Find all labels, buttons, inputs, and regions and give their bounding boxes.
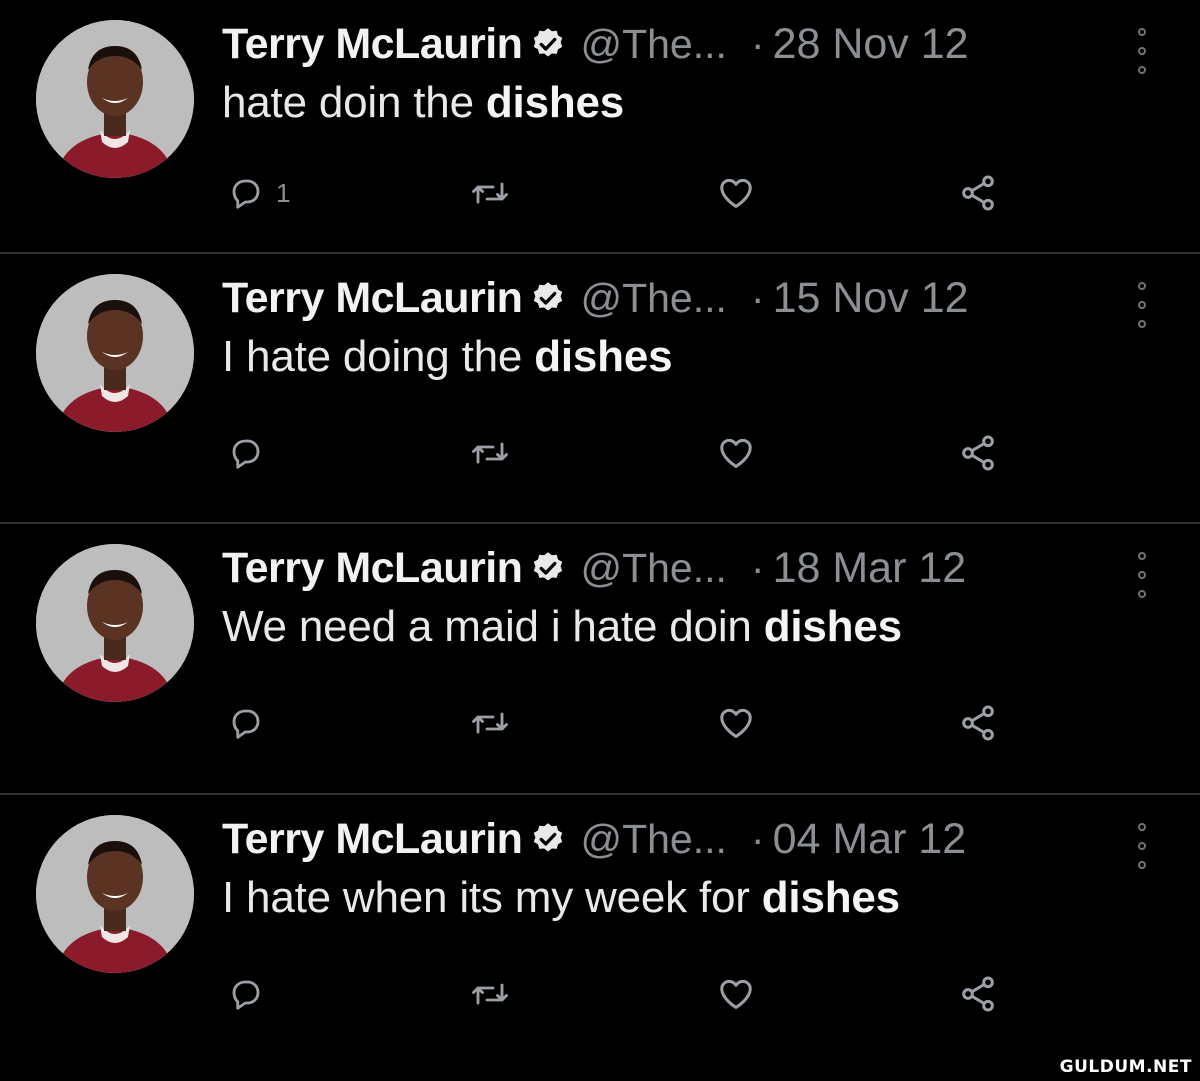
share-icon: [958, 974, 998, 1014]
retweet-button[interactable]: [470, 168, 510, 218]
reply-button[interactable]: [228, 969, 276, 1019]
display-name[interactable]: Terry McLaurin: [222, 544, 523, 593]
tweet-date[interactable]: 28 Nov 12: [773, 20, 969, 69]
tweet-text: We need a maid i hate doin dishes: [222, 602, 902, 652]
like-button[interactable]: [716, 168, 756, 218]
avatar[interactable]: [36, 274, 194, 432]
heart-icon: [716, 174, 756, 212]
like-button[interactable]: [716, 698, 756, 748]
retweet-icon: [470, 705, 510, 741]
verified-badge-icon: [530, 821, 566, 857]
display-name[interactable]: Terry McLaurin: [222, 20, 523, 69]
reply-button[interactable]: 1: [228, 168, 290, 218]
share-icon: [958, 703, 998, 743]
tweet-feed: Terry McLaurin @The... · 28 Nov 12 hate …: [0, 0, 1200, 1065]
retweet-icon: [470, 175, 510, 211]
user-handle[interactable]: @The...: [580, 545, 726, 592]
tweet-actions: 1: [0, 168, 1200, 218]
retweet-button[interactable]: [470, 698, 510, 748]
display-name[interactable]: Terry McLaurin: [222, 815, 523, 864]
tweet-text-plain: hate doin the: [222, 78, 486, 127]
heart-icon: [716, 704, 756, 742]
user-handle[interactable]: @The...: [580, 21, 726, 68]
share-icon: [958, 433, 998, 473]
watermark: GULDUM.NET: [1059, 1057, 1192, 1077]
more-vertical-icon[interactable]: [1135, 823, 1149, 869]
user-handle[interactable]: @The...: [580, 816, 726, 863]
reply-icon: [228, 175, 264, 211]
separator-dot: ·: [750, 544, 765, 591]
tweet-header: Terry McLaurin @The... · 18 Mar 12: [222, 542, 966, 594]
reply-icon: [228, 976, 264, 1012]
tweet-actions: [0, 969, 1200, 1019]
verified-badge-icon: [530, 550, 566, 586]
retweet-icon: [470, 435, 510, 471]
tweet-text: I hate when its my week for dishes: [222, 873, 900, 923]
tweet-text: hate doin the dishes: [222, 78, 624, 128]
like-button[interactable]: [716, 428, 756, 478]
avatar[interactable]: [36, 544, 194, 702]
avatar[interactable]: [36, 20, 194, 178]
share-button[interactable]: [958, 969, 998, 1019]
tweet-text-bold: dishes: [485, 78, 625, 127]
verified-badge-icon: [530, 280, 566, 316]
separator-dot: ·: [750, 20, 765, 67]
tweet[interactable]: Terry McLaurin @The... · 15 Nov 12 I hat…: [0, 254, 1200, 524]
separator-dot: ·: [750, 274, 765, 321]
tweet-text-bold: dishes: [763, 602, 902, 651]
more-vertical-icon[interactable]: [1135, 28, 1149, 74]
tweet-actions: [0, 428, 1200, 478]
separator-dot: ·: [750, 815, 765, 862]
share-button[interactable]: [958, 698, 998, 748]
reply-button[interactable]: [228, 428, 276, 478]
more-vertical-icon[interactable]: [1135, 552, 1149, 598]
tweet-text: I hate doing the dishes: [222, 332, 673, 382]
tweet-header: Terry McLaurin @The... · 04 Mar 12: [222, 813, 966, 865]
heart-icon: [716, 434, 756, 472]
tweet-text-bold: dishes: [761, 873, 900, 922]
reply-icon: [228, 705, 264, 741]
tweet-text-bold: dishes: [534, 332, 673, 381]
retweet-icon: [470, 976, 510, 1012]
avatar[interactable]: [36, 815, 194, 973]
verified-badge-icon: [530, 26, 566, 62]
heart-icon: [716, 975, 756, 1013]
display-name[interactable]: Terry McLaurin: [222, 274, 523, 323]
share-button[interactable]: [958, 428, 998, 478]
tweet-date[interactable]: 15 Nov 12: [773, 274, 969, 323]
reply-count: 1: [276, 177, 291, 208]
user-handle[interactable]: @The...: [580, 275, 726, 322]
share-button[interactable]: [958, 168, 998, 218]
tweet[interactable]: Terry McLaurin @The... · 18 Mar 12 We ne…: [0, 524, 1200, 795]
more-vertical-icon[interactable]: [1135, 282, 1149, 328]
tweet[interactable]: Terry McLaurin @The... · 28 Nov 12 hate …: [0, 0, 1200, 254]
share-icon: [958, 173, 998, 213]
tweet-actions: [0, 698, 1200, 748]
reply-button[interactable]: [228, 698, 276, 748]
tweet-header: Terry McLaurin @The... · 28 Nov 12: [222, 18, 969, 70]
tweet-text-plain: I hate doing the: [222, 332, 535, 381]
reply-icon: [228, 435, 264, 471]
tweet-text-plain: I hate when its my week for: [222, 873, 762, 922]
like-button[interactable]: [716, 969, 756, 1019]
tweet-date[interactable]: 18 Mar 12: [773, 544, 967, 593]
retweet-button[interactable]: [470, 969, 510, 1019]
tweet-text-plain: We need a maid i hate doin: [222, 602, 764, 651]
retweet-button[interactable]: [470, 428, 510, 478]
tweet[interactable]: Terry McLaurin @The... · 04 Mar 12 I hat…: [0, 795, 1200, 1065]
tweet-date[interactable]: 04 Mar 12: [773, 815, 967, 864]
tweet-header: Terry McLaurin @The... · 15 Nov 12: [222, 272, 969, 324]
